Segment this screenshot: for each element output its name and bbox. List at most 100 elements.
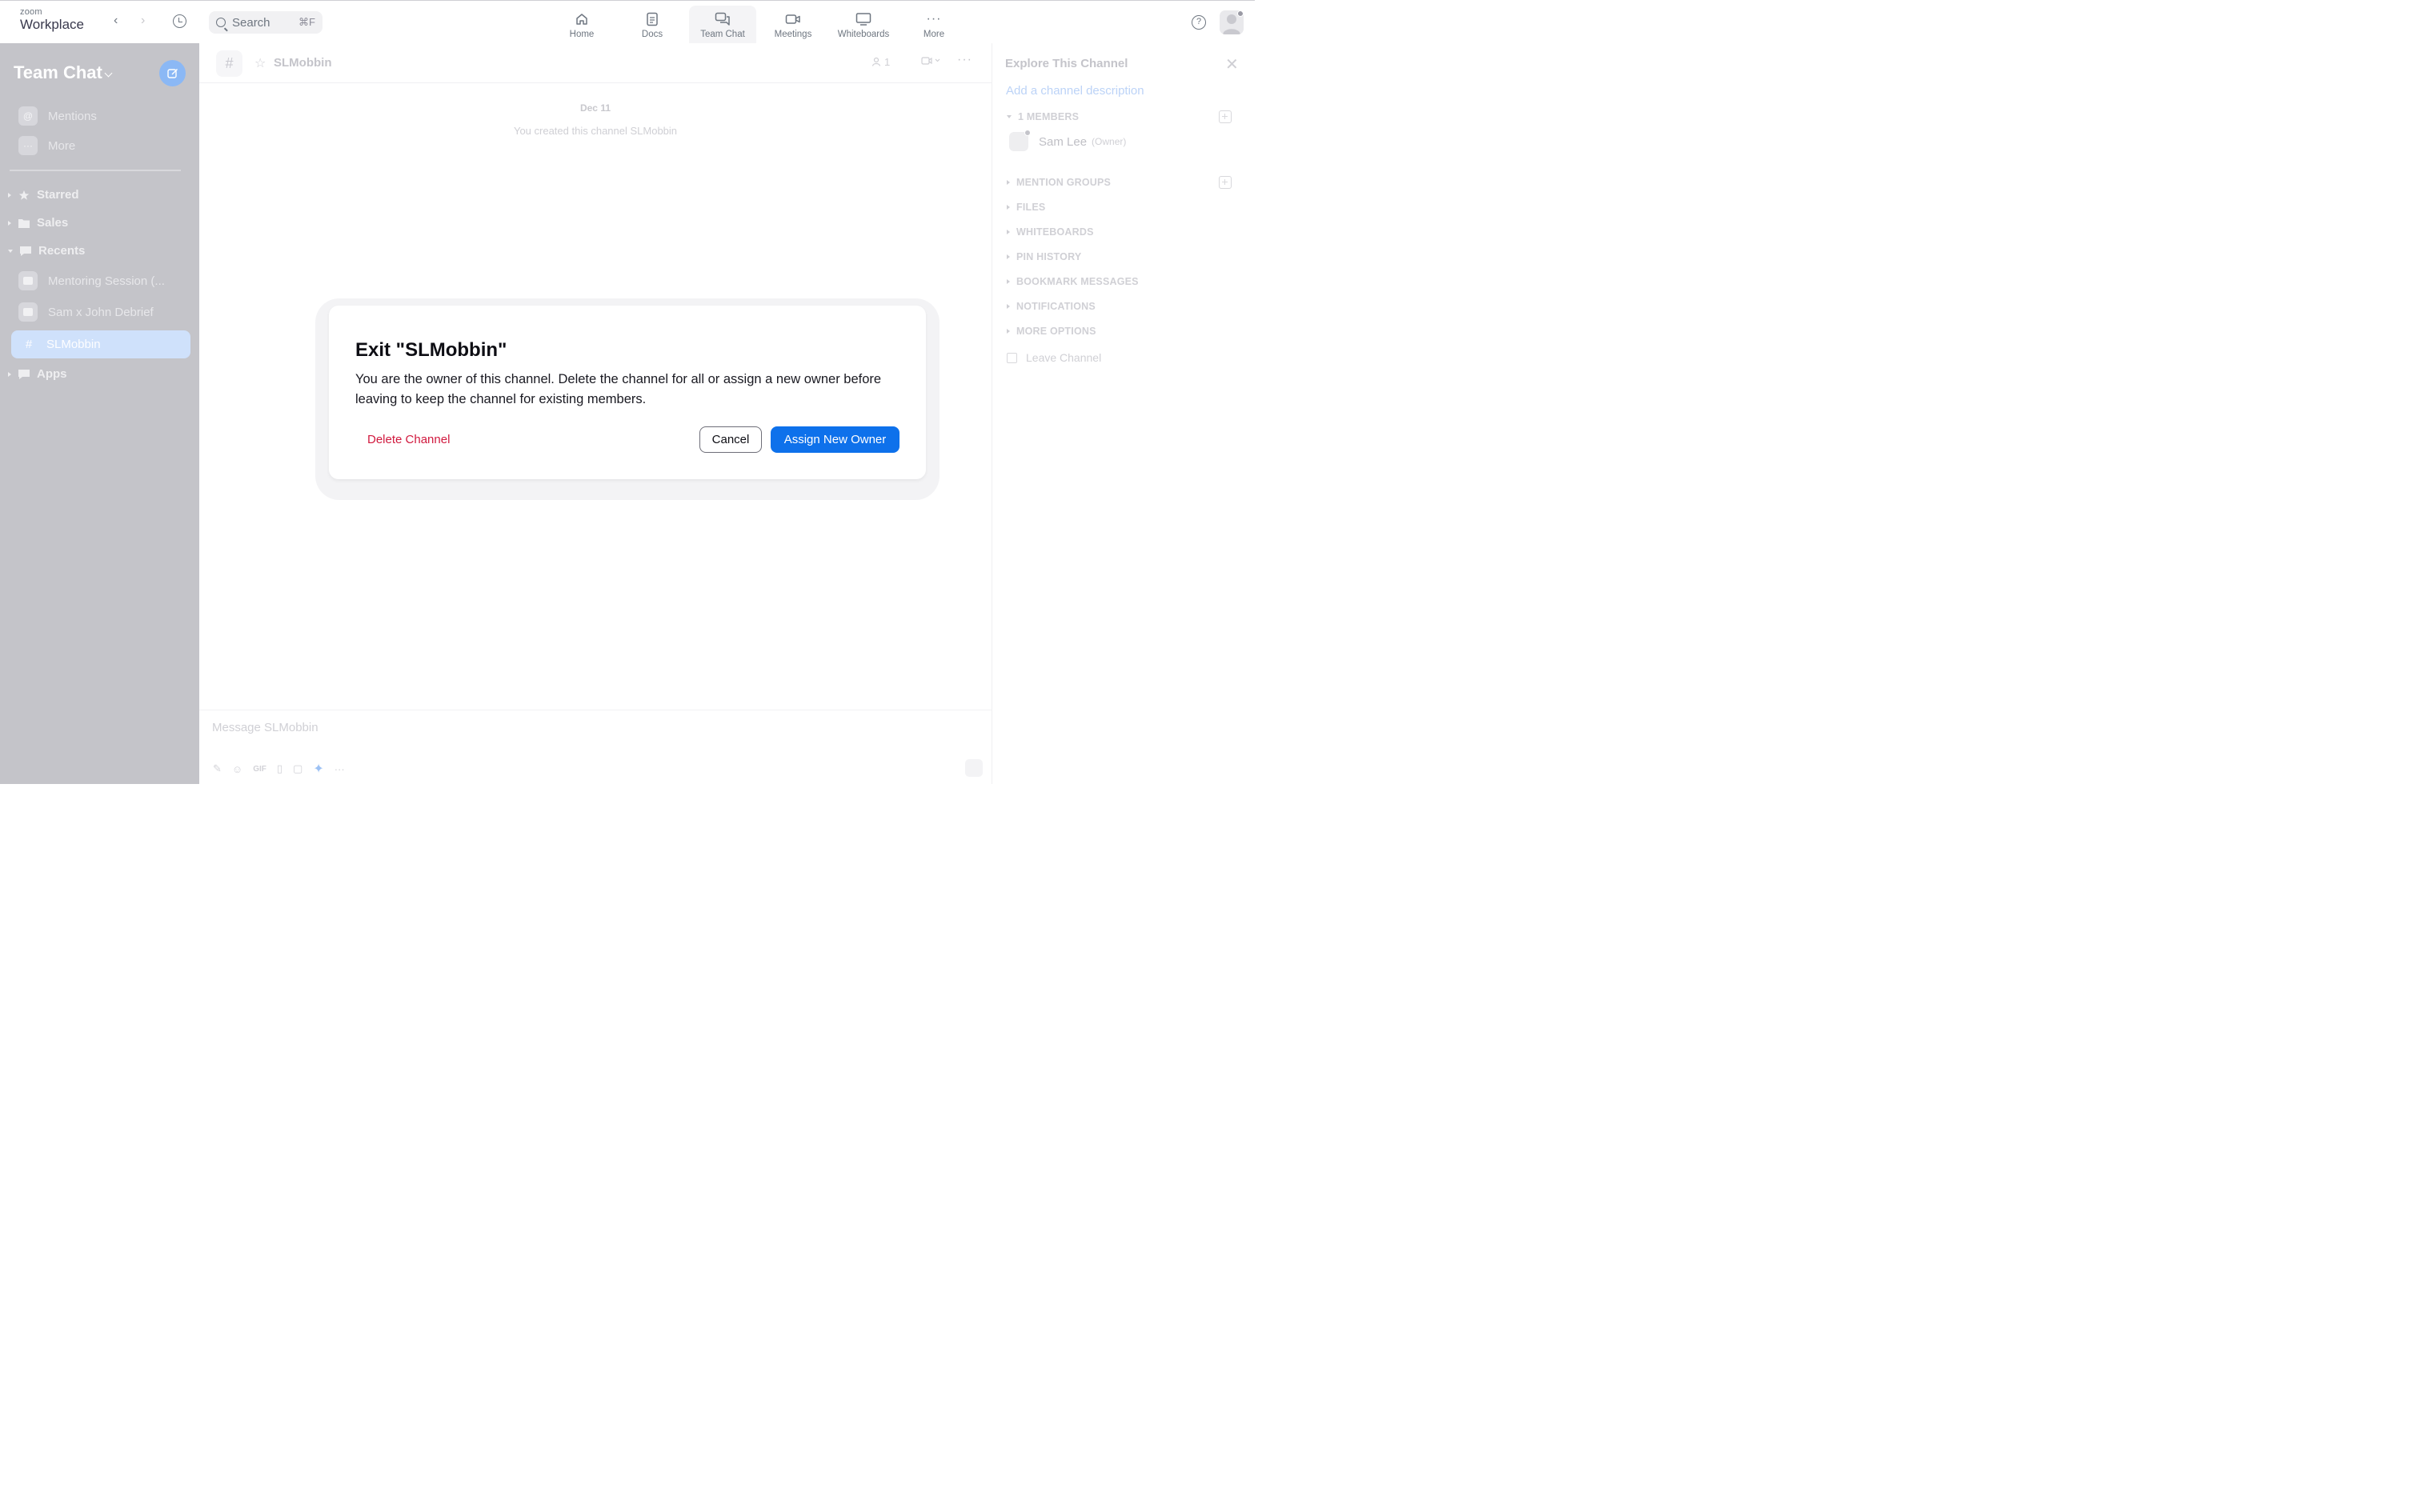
caret-right-icon [1007, 329, 1010, 334]
tab-docs[interactable]: Docs [617, 6, 687, 44]
sidebar-section-apps[interactable]: Apps [8, 367, 67, 381]
chevron-down-icon[interactable] [104, 69, 113, 78]
emoji-icon[interactable]: ☺ [232, 763, 242, 775]
search-icon [216, 18, 226, 27]
chat-bubble-icon [20, 246, 31, 256]
whiteboards-section[interactable]: WHITEBOARDS [1007, 226, 1094, 238]
composer-placeholder: Message SLMobbin [212, 721, 319, 734]
compose-icon [166, 68, 178, 78]
sidebar-item-slmobbin[interactable]: # SLMobbin [11, 330, 190, 358]
member-row[interactable]: Sam Lee (Owner) [1009, 130, 1127, 151]
add-member-icon[interactable] [1219, 110, 1232, 123]
forward-arrow-icon[interactable]: › [141, 14, 145, 28]
at-icon: @ [18, 106, 38, 126]
sidebar-item-label: SLMobbin [46, 338, 101, 351]
caret-right-icon [1007, 279, 1010, 284]
search-input[interactable]: Search ⌘F [209, 11, 323, 34]
member-role: (Owner) [1092, 136, 1127, 147]
search-placeholder: Search [232, 15, 270, 30]
sidebar-item-label: Sam x John Debrief [48, 305, 154, 319]
channel-details-panel: Explore This Channel ✕ Add a channel des… [992, 43, 1255, 784]
sidebar-item-recent[interactable]: Mentoring Session (... [18, 271, 165, 290]
sidebar-section-recents[interactable]: Recents [8, 244, 85, 258]
gif-icon[interactable]: GIF [253, 765, 266, 774]
tab-home[interactable]: Home [547, 6, 617, 44]
leave-channel-button[interactable]: Leave Channel [1007, 351, 1101, 364]
add-description-link[interactable]: Add a channel description [1006, 84, 1144, 98]
sidebar: Team Chat @ Mentions ··· More Starred Sa… [0, 43, 199, 784]
star-outline-icon[interactable]: ☆ [254, 55, 266, 71]
member-count-button[interactable]: 1 [871, 56, 890, 68]
sidebar-section-label: Recents [38, 244, 86, 258]
section-label: NOTIFICATIONS [1016, 301, 1096, 312]
compose-button[interactable] [159, 60, 186, 86]
section-label: PIN HISTORY [1016, 251, 1082, 262]
video-call-button[interactable] [921, 56, 940, 68]
sidebar-section-starred[interactable]: Starred [8, 188, 79, 202]
assign-new-owner-button[interactable]: Assign New Owner [771, 426, 899, 453]
video-icon [921, 57, 940, 65]
channel-name[interactable]: SLMobbin [274, 56, 331, 70]
hash-icon: # [25, 338, 33, 351]
panel-title: Explore This Channel [1005, 57, 1128, 70]
presence-dot [1237, 10, 1244, 17]
ellipsis-icon: ··· [18, 136, 38, 155]
section-label: MORE OPTIONS [1016, 326, 1096, 337]
history-icon[interactable] [173, 14, 186, 28]
tab-meetings-label: Meetings [774, 29, 812, 39]
member-count: 1 [884, 56, 891, 68]
apps-icon [18, 369, 30, 379]
exit-channel-dialog: Exit "SLMobbin" You are the owner of thi… [329, 306, 926, 479]
screenshot-icon[interactable]: ▢ [293, 762, 302, 775]
tab-meetings[interactable]: Meetings [758, 6, 828, 44]
home-icon [573, 11, 591, 27]
notifications-section[interactable]: NOTIFICATIONS [1007, 301, 1096, 312]
message-composer[interactable]: Message SLMobbin ✎ ☺ GIF ▯ ▢ ✦ ··· [199, 710, 992, 784]
tab-whiteboards-label: Whiteboards [837, 29, 890, 39]
caret-right-icon [8, 371, 11, 377]
ai-sparkle-icon[interactable]: ✦ [313, 761, 323, 777]
add-mention-group-icon[interactable] [1219, 176, 1232, 189]
tab-whiteboards[interactable]: Whiteboards [828, 6, 899, 44]
sidebar-item-recent[interactable]: Sam x John Debrief [18, 302, 154, 322]
file-icon[interactable]: ▯ [277, 762, 282, 775]
logo-small-text: zoom [20, 7, 42, 17]
help-icon[interactable]: ? [1192, 15, 1206, 30]
format-icon[interactable]: ✎ [213, 762, 222, 775]
caret-right-icon [1007, 205, 1010, 210]
caret-down-icon [8, 249, 13, 253]
channel-hash-icon: # [216, 50, 242, 77]
user-avatar[interactable] [1220, 10, 1244, 34]
tab-docs-label: Docs [641, 29, 663, 39]
sidebar-title[interactable]: Team Chat [14, 62, 102, 83]
files-section[interactable]: FILES [1007, 202, 1045, 213]
sidebar-section-sales[interactable]: Sales [8, 216, 68, 230]
date-separator: Dec 11 [579, 102, 611, 114]
members-header: 1 MEMBERS [1018, 111, 1080, 122]
members-section[interactable]: 1 MEMBERS [1007, 111, 1079, 122]
tab-more[interactable]: ··· More [899, 6, 969, 44]
person-icon [871, 57, 881, 66]
tab-team-chat[interactable]: Team Chat [689, 6, 756, 44]
sidebar-section-label: Apps [37, 367, 67, 381]
close-icon[interactable]: ✕ [1225, 54, 1239, 74]
more-options-section[interactable]: MORE OPTIONS [1007, 326, 1096, 337]
sidebar-item-mentions[interactable]: @ Mentions [18, 106, 97, 126]
tab-home-label: Home [569, 29, 595, 39]
more-options-icon[interactable]: ··· [957, 53, 972, 67]
dialog-title: Exit "SLMobbin" [355, 339, 507, 361]
sidebar-item-label: Mentoring Session (... [48, 274, 165, 288]
back-arrow-icon[interactable]: ‹ [114, 14, 118, 28]
sidebar-item-more[interactable]: ··· More [18, 136, 75, 155]
bookmark-messages-section[interactable]: BOOKMARK MESSAGES [1007, 276, 1139, 287]
pin-history-section[interactable]: PIN HISTORY [1007, 251, 1081, 262]
more-icon[interactable]: ··· [335, 763, 345, 775]
dialog-message: You are the owner of this channel. Delet… [355, 372, 882, 406]
mention-groups-section[interactable]: MENTION GROUPS [1007, 177, 1111, 188]
delete-channel-button[interactable]: Delete Channel [358, 426, 459, 453]
send-button[interactable] [965, 759, 983, 777]
folder-icon [18, 218, 30, 228]
cancel-button[interactable]: Cancel [699, 426, 762, 453]
caret-right-icon [1007, 230, 1010, 234]
video-icon [784, 11, 802, 27]
